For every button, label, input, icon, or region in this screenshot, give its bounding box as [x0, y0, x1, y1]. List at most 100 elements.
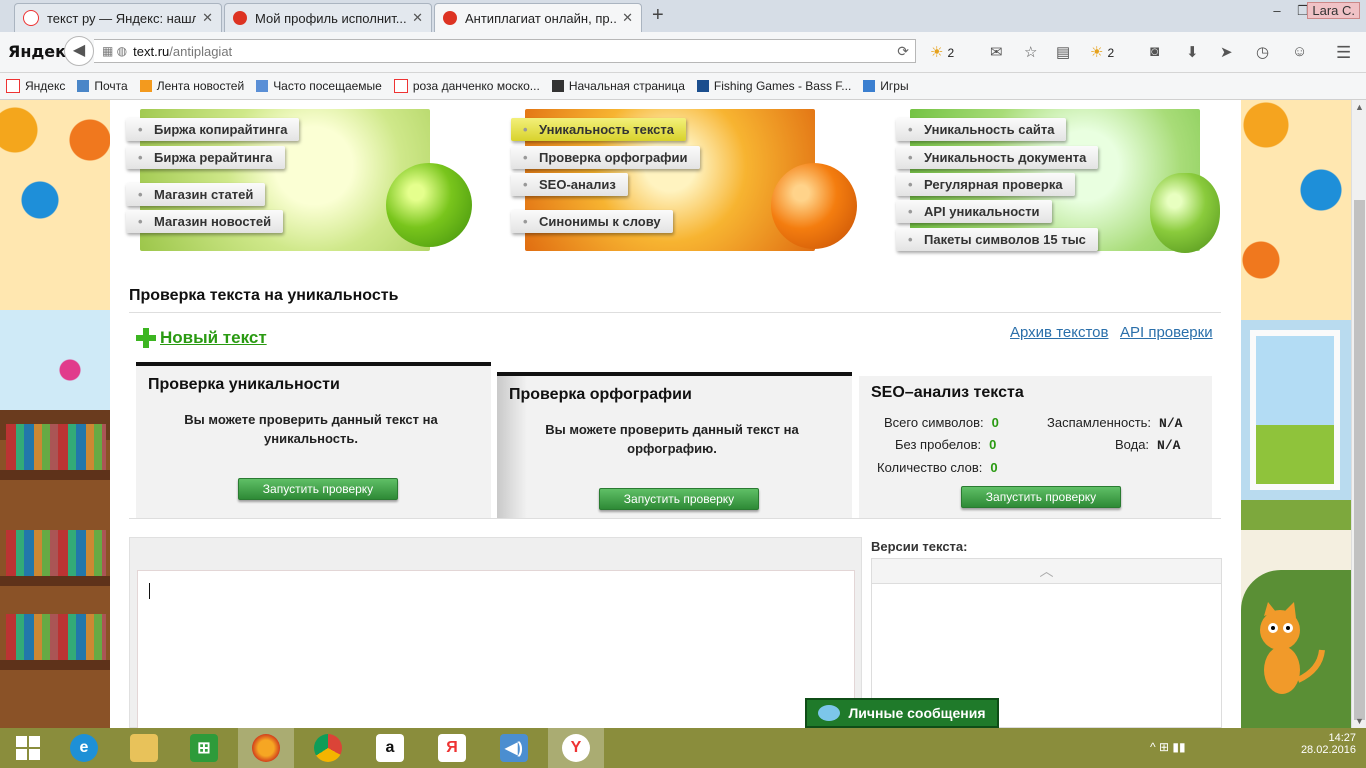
- bookmark-fishing[interactable]: Fishing Games - Bass F...: [696, 79, 851, 93]
- weather-cloud-icon: ☀: [930, 44, 944, 61]
- menu-copywriting-exchange[interactable]: Биржа копирайтинга: [126, 118, 300, 141]
- network-icon[interactable]: ⊞: [1159, 740, 1169, 754]
- archive-link[interactable]: Архив текстов: [1010, 324, 1108, 341]
- menu-news-shop[interactable]: Магазин новостей: [126, 210, 284, 233]
- scroll-thumb[interactable]: [1354, 200, 1365, 720]
- signal-icon[interactable]: ▮▮: [1172, 740, 1185, 754]
- run-uniqueness-check-button[interactable]: Запустить проверку: [238, 478, 398, 500]
- chevron-up-icon[interactable]: ︿: [872, 559, 1221, 584]
- bookmark-mail[interactable]: Почта: [77, 79, 128, 93]
- taskbar-explorer[interactable]: [116, 728, 172, 768]
- run-seo-analysis-button[interactable]: Запустить проверку: [961, 486, 1121, 508]
- file-explorer-icon: [130, 734, 158, 762]
- versions-label: Версии текста:: [871, 539, 968, 554]
- menu-site-uniqueness[interactable]: Уникальность сайта: [896, 118, 1067, 141]
- menu-text-uniqueness[interactable]: Уникальность текста: [511, 118, 687, 141]
- tab-profile[interactable]: Мой профиль исполнит... ✕: [224, 3, 432, 32]
- new-tab-button[interactable]: +: [652, 4, 664, 27]
- system-tray[interactable]: ^ ⊞ ▮▮: [1150, 740, 1186, 754]
- weather-widget[interactable]: ☀ 2: [930, 43, 954, 61]
- address-bar[interactable]: ▦ ◍ text.ru/antiplagiat ⟳: [94, 39, 916, 63]
- new-text-link[interactable]: Новый текст: [136, 328, 267, 348]
- tab-antiplagiat[interactable]: Антиплагиат онлайн, пр... ✕: [434, 3, 642, 32]
- menu-api-uniqueness[interactable]: API уникальности: [896, 200, 1052, 223]
- taskbar-store[interactable]: ⊞: [176, 728, 232, 768]
- panel-description: Вы можете проверить данный текст на орфо…: [545, 422, 799, 456]
- taskbar-amazon[interactable]: a: [362, 728, 418, 768]
- taskbar-ie[interactable]: e: [56, 728, 112, 768]
- stat-value: 0: [991, 415, 999, 430]
- yandex-icon: [393, 79, 408, 93]
- mail-icon[interactable]: ✉: [990, 43, 1003, 61]
- bookmark-news[interactable]: Лента новостей: [139, 79, 244, 93]
- banner-text-tools: Уникальность текста Проверка орфографии …: [509, 109, 859, 251]
- page-scrollbar[interactable]: ▲ ▼: [1351, 100, 1366, 728]
- orange-icon: [771, 163, 857, 249]
- menu-article-shop[interactable]: Магазин статей: [126, 183, 266, 206]
- page-info-icon[interactable]: ▦ ◍: [102, 44, 127, 58]
- menu-symbol-packages[interactable]: Пакеты символов 15 тыс: [896, 228, 1098, 251]
- stat-value: N/A: [1157, 438, 1181, 453]
- scroll-up-icon[interactable]: ▲: [1355, 102, 1364, 112]
- stat-value: 0: [990, 460, 998, 475]
- private-messages-button[interactable]: Личные сообщения: [805, 698, 999, 728]
- history-icon[interactable]: ◷: [1256, 43, 1269, 61]
- stat-label: Количество слов:: [877, 460, 983, 475]
- bookmark-games[interactable]: Игры: [863, 79, 909, 93]
- taskbar-media[interactable]: ◀): [486, 728, 542, 768]
- reading-list-icon[interactable]: ▤: [1056, 43, 1070, 61]
- scroll-down-icon[interactable]: ▼: [1355, 716, 1364, 726]
- page-viewport: ▲ ▼ Биржа копирайтинга Биржа рерайтинга …: [0, 100, 1366, 728]
- tab-yandex-search[interactable]: текст ру — Яндекс: нашл... ✕: [14, 3, 222, 32]
- clock[interactable]: 14:27 28.02.2016: [1301, 732, 1356, 756]
- menu-regular-check[interactable]: Регулярная проверка: [896, 173, 1075, 196]
- banner-site-tools: Уникальность сайта Уникальность документ…: [894, 109, 1224, 253]
- stat-label: Заспамленность:: [1047, 415, 1152, 430]
- start-page-icon: [551, 80, 564, 92]
- user-name-badge[interactable]: Lara C.: [1307, 2, 1360, 19]
- close-tab-icon[interactable]: ✕: [622, 10, 633, 26]
- bookmark-label: Почта: [94, 79, 128, 93]
- smiley-icon[interactable]: ☺: [1292, 43, 1307, 60]
- close-tab-icon[interactable]: ✕: [202, 10, 213, 26]
- pocket-icon[interactable]: ◙: [1150, 43, 1159, 60]
- taskbar-yandex-browser[interactable]: Y: [548, 728, 604, 768]
- bookmark-frequent[interactable]: Часто посещаемые: [256, 79, 382, 93]
- main-content: Биржа копирайтинга Биржа рерайтинга Мага…: [110, 100, 1241, 728]
- arrow-left-icon: ◀: [72, 42, 86, 59]
- bookmarks-bar: Яндекс Почта Лента новостей Часто посеща…: [0, 73, 1366, 100]
- menu-document-uniqueness[interactable]: Уникальность документа: [896, 146, 1099, 169]
- send-icon[interactable]: ➤: [1220, 43, 1233, 61]
- close-tab-icon[interactable]: ✕: [412, 10, 423, 26]
- taskbar-firefox[interactable]: [238, 728, 294, 768]
- stat-label: Без пробелов:: [895, 437, 982, 452]
- rss-icon: [139, 80, 152, 92]
- bookmark-roza[interactable]: роза данченко моско...: [393, 79, 540, 93]
- menu-seo-analysis[interactable]: SEO-анализ: [511, 173, 628, 196]
- bookmark-yandex[interactable]: Яндекс: [6, 79, 65, 93]
- menu-rewriting-exchange[interactable]: Биржа рерайтинга: [126, 146, 285, 169]
- bookmark-label: Часто посещаемые: [273, 79, 382, 93]
- text-editor[interactable]: [137, 570, 855, 728]
- weather-widget-2[interactable]: ☀ 2: [1090, 43, 1114, 61]
- taskbar-yandex[interactable]: Я: [424, 728, 480, 768]
- download-icon[interactable]: ⬇: [1186, 43, 1199, 61]
- shelf: [0, 470, 110, 480]
- menu-spell-check[interactable]: Проверка орфографии: [511, 146, 700, 169]
- reload-icon[interactable]: ⟳: [897, 43, 909, 60]
- bookmark-star-icon[interactable]: ☆: [1024, 43, 1037, 61]
- bookmark-start-page[interactable]: Начальная страница: [551, 79, 685, 93]
- back-button[interactable]: ◀: [64, 36, 94, 66]
- books-decoration: [6, 424, 106, 470]
- api-check-link[interactable]: API проверки: [1120, 324, 1213, 341]
- menu-hamburger-icon[interactable]: ☰: [1336, 43, 1351, 63]
- window-decoration: [1250, 330, 1340, 490]
- run-spelling-check-button[interactable]: Запустить проверку: [599, 488, 759, 510]
- chevron-up-icon[interactable]: ^: [1150, 740, 1156, 754]
- minimize-icon[interactable]: –: [1264, 0, 1290, 22]
- divider: [129, 312, 1221, 313]
- menu-synonyms[interactable]: Синонимы к слову: [511, 210, 673, 233]
- yandex-browser-icon: Y: [562, 734, 590, 762]
- taskbar-chrome[interactable]: [300, 728, 356, 768]
- start-button[interactable]: [0, 728, 56, 768]
